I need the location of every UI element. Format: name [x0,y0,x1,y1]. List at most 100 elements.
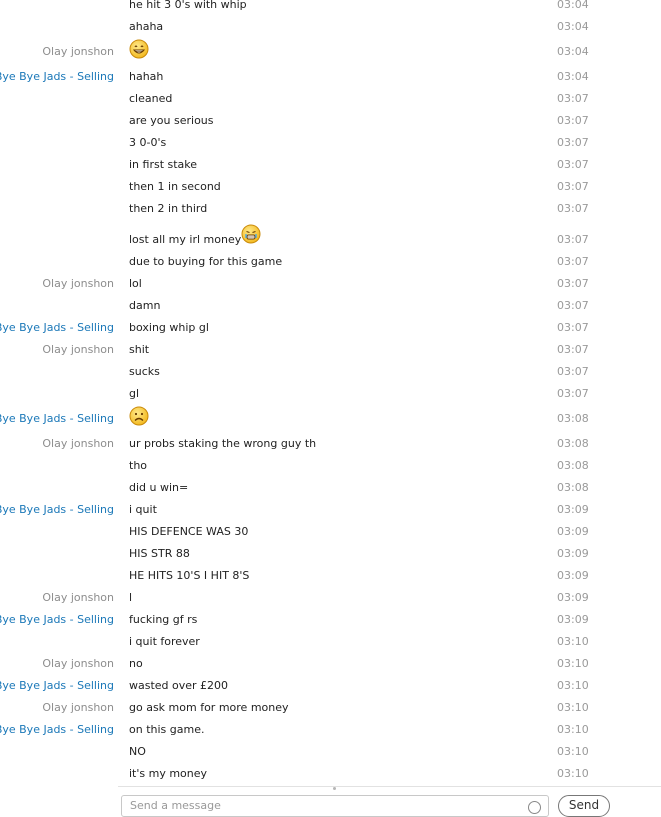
chat-transcript: he hit 3 0's with whip 03:04 ahaha 03:04 Ola… [0,0,661,806]
message-text-content: it's my money [129,767,208,780]
message-timestamp: 03:09 [557,547,589,560]
emoticon-picker-icon[interactable] [528,801,541,814]
message-text-content: he hit 3 0's with whip [129,0,247,11]
message-text-content: lost all my irl money [129,233,242,246]
message-timestamp: 03:07 [557,387,589,400]
message-sender[interactable]: Olay jonshon [42,591,114,604]
message-text: NO [129,745,146,758]
message-timestamp: 03:10 [557,723,589,736]
message-timestamp: 03:09 [557,569,589,582]
message-text: HIS STR 88 [129,547,190,560]
message-composer: Send a message Send [0,783,661,817]
message-timestamp: 03:10 [557,701,589,714]
message-timestamp: 03:07 [557,255,589,268]
message-text: go ask mom for more money [129,701,289,714]
message-text: due to buying for this game [129,255,282,268]
message-timestamp: 03:09 [557,525,589,538]
message-sender[interactable]: Bye Bye Jads - Selling [0,412,114,425]
message-timestamp: 03:10 [557,657,589,670]
message-text-content: 3 0-0's [129,136,167,149]
message-text: i quit forever [129,635,200,648]
send-button[interactable]: Send [558,795,610,817]
sad-emoji [129,406,149,426]
message-text: boxing whip gl [129,321,209,334]
message-text-content: then 2 in third [129,202,208,215]
message-timestamp: 03:07 [557,92,589,105]
message-sender[interactable]: Bye Bye Jads - Selling [0,679,114,692]
message-text-content: are you serious [129,114,214,127]
message-text: HIS DEFENCE WAS 30 [129,525,248,538]
message-text-content: then 1 in second [129,180,221,193]
message-text: then 1 in second [129,180,221,193]
message-text-content: HE HITS 10'S I HIT 8'S [129,569,250,582]
message-sender[interactable]: Olay jonshon [42,657,114,670]
message-text-content: l [129,591,133,604]
message-text-content: wasted over £200 [129,679,229,692]
message-timestamp: 03:07 [557,299,589,312]
message-text-content: sucks [129,365,160,378]
message-text-content: gl [129,387,140,400]
message-text: lol [129,277,142,290]
message-text-content: hahah [129,70,164,83]
message-text [129,39,149,59]
message-text: it's my money [129,767,207,780]
message-text: damn [129,299,160,312]
sad-emoji [129,406,149,426]
message-input[interactable]: Send a message [121,795,549,817]
message-text-content: shit [129,343,150,356]
message-sender[interactable]: Olay jonshon [42,437,114,450]
message-text-content: i quit forever [129,635,200,648]
message-text-content: on this game. [129,723,205,736]
message-timestamp: 03:07 [557,233,589,246]
message-sender[interactable]: Bye Bye Jads - Selling [0,321,114,334]
message-text-content: HIS STR 88 [129,547,190,560]
message-sender[interactable]: Olay jonshon [42,277,114,290]
message-timestamp: 03:07 [557,365,589,378]
message-text: shit [129,343,149,356]
message-timestamp: 03:07 [557,202,589,215]
message-sender[interactable]: Olay jonshon [42,45,114,58]
message-text-content: boxing whip gl [129,321,209,334]
message-text: 3 0-0's [129,136,166,149]
message-text-content: damn [129,299,161,312]
grin-emoji [129,39,149,59]
message-timestamp: 03:07 [557,114,589,127]
message-timestamp: 03:10 [557,745,589,758]
message-text: ahaha [129,20,163,33]
message-text-content: NO [129,745,146,758]
message-text: fucking gf rs [129,613,197,626]
message-text-content: in first stake [129,158,198,171]
message-timestamp: 03:10 [557,767,589,780]
message-timestamp: 03:08 [557,459,589,472]
message-text-content: cleaned [129,92,173,105]
resize-grip[interactable] [333,787,336,790]
message-sender[interactable]: Olay jonshon [42,701,114,714]
message-timestamp: 03:09 [557,503,589,516]
message-timestamp: 03:10 [557,679,589,692]
message-sender[interactable]: Bye Bye Jads - Selling [0,503,114,516]
message-timestamp: 03:09 [557,613,589,626]
message-sender[interactable]: Bye Bye Jads - Selling [0,613,114,626]
message-text: l [129,591,132,604]
message-text-content: ur probs staking the wrong guy th [129,437,317,450]
message-text [129,406,149,426]
message-sender[interactable]: Olay jonshon [42,343,114,356]
message-timestamp: 03:04 [557,0,589,11]
message-text-content: tho [129,459,148,472]
message-text-content: HIS DEFENCE WAS 30 [129,525,249,538]
message-text-content: no [129,657,143,670]
message-timestamp: 03:10 [557,635,589,648]
message-text: on this game. [129,723,204,736]
message-text: are you serious [129,114,214,127]
message-sender[interactable]: Bye Bye Jads - Selling [0,723,114,736]
message-text: i quit [129,503,157,516]
message-timestamp: 03:08 [557,437,589,450]
message-sender[interactable]: Bye Bye Jads - Selling [0,70,114,83]
message-timestamp: 03:07 [557,277,589,290]
message-timestamp: 03:07 [557,158,589,171]
message-text: he hit 3 0's with whip [129,0,247,11]
message-text: gl [129,387,139,400]
message-text-content: i quit [129,503,157,516]
message-text: wasted over £200 [129,679,228,692]
message-text: in first stake [129,158,197,171]
